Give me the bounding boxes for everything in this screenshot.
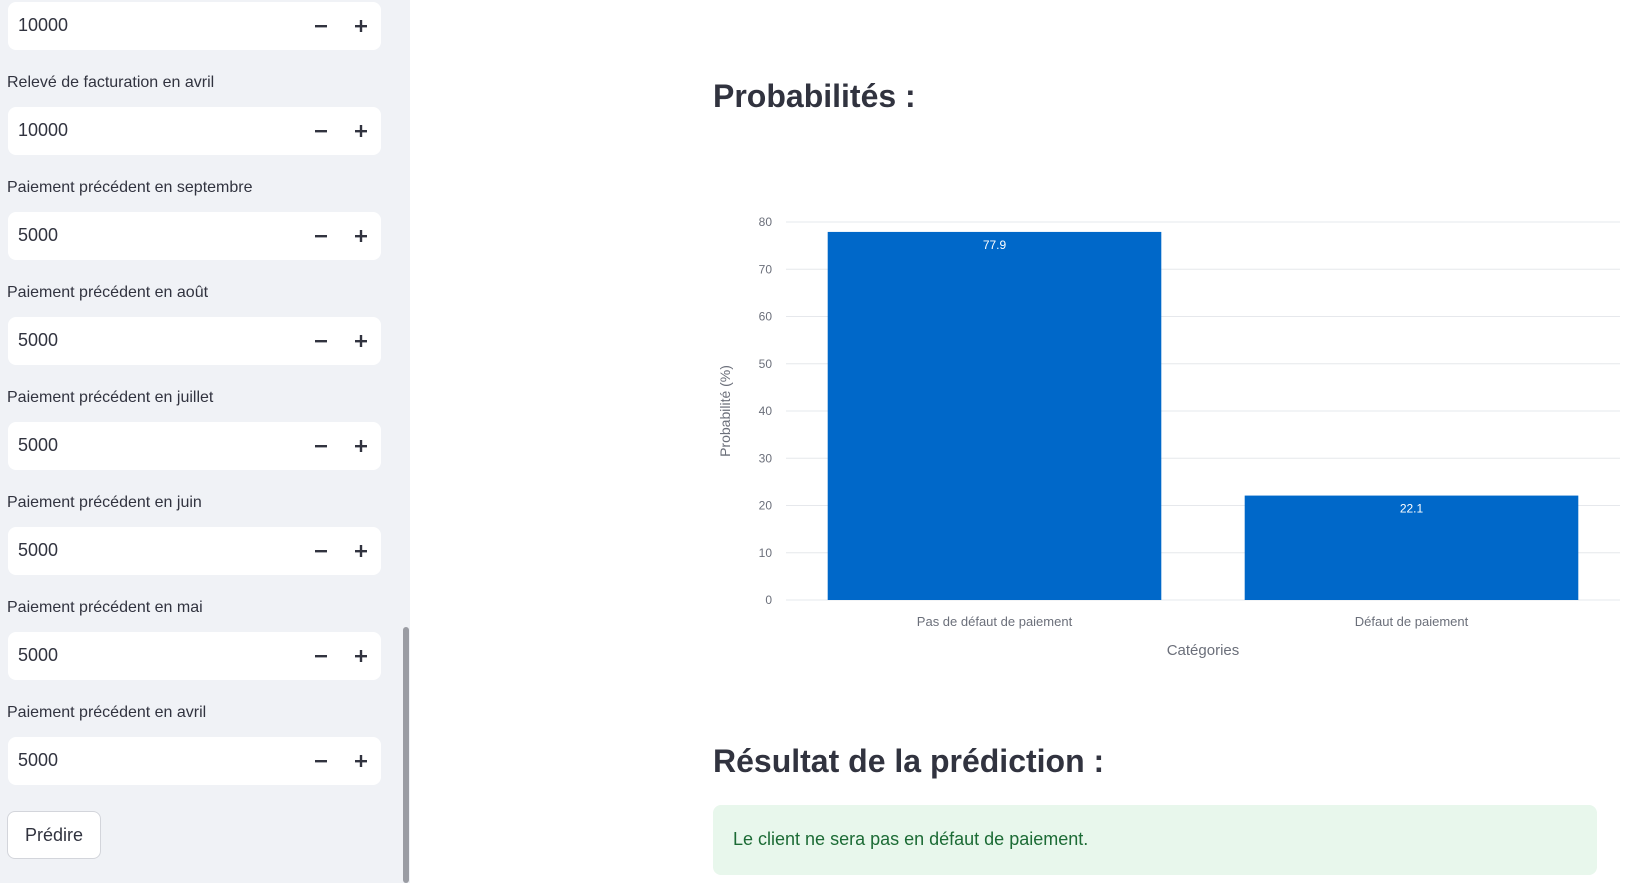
probability-bar-chart: 0 10 20 30 40 50 60 70 80 77.9 Pas de défaut de pa…	[717, 215, 1620, 659]
main-content: Probabilités : 0 10 20 30 40 50 60 70 80 77.9 Pas …	[410, 0, 1627, 883]
x-tick-label: Défaut de paiement	[1355, 614, 1469, 629]
sidebar-scrollbar[interactable]	[403, 627, 409, 883]
minus-icon	[315, 340, 327, 343]
sidebar: 10000 Relevé de facturation en avril 10000…	[0, 0, 410, 883]
y-tick-label: 50	[759, 357, 773, 371]
minus-icon	[315, 25, 327, 28]
minus-icon	[315, 130, 327, 133]
decrement-button[interactable]	[301, 317, 341, 365]
number-input-value[interactable]: 10000	[18, 15, 68, 36]
y-tick-label: 60	[759, 310, 773, 324]
x-tick-label: Pas de défaut de paiement	[917, 614, 1073, 629]
number-input[interactable]: 5000	[8, 422, 381, 470]
minus-icon	[315, 445, 327, 448]
y-tick-label: 40	[759, 404, 773, 418]
plus-icon	[355, 440, 367, 452]
minus-icon	[315, 655, 327, 658]
decrement-button[interactable]	[301, 632, 341, 680]
decrement-button[interactable]	[301, 107, 341, 155]
field-label: Paiement précédent en mai	[7, 599, 203, 616]
field-label: Paiement précédent en juillet	[7, 389, 214, 406]
predict-button[interactable]: Prédire	[7, 811, 101, 859]
prediction-result-heading: Résultat de la prédiction :	[713, 743, 1105, 779]
decrement-button[interactable]	[301, 422, 341, 470]
number-input-value[interactable]: 5000	[18, 225, 58, 246]
number-input-value[interactable]: 5000	[18, 435, 58, 456]
increment-button[interactable]	[341, 212, 381, 260]
minus-icon	[315, 235, 327, 238]
number-input[interactable]: 5000	[8, 527, 381, 575]
number-input[interactable]: 5000	[8, 737, 381, 785]
probabilities-heading: Probabilités :	[713, 78, 916, 114]
plus-icon	[355, 755, 367, 767]
number-input[interactable]: 10000	[8, 2, 381, 50]
x-axis-title: Catégories	[1167, 642, 1240, 659]
y-tick-label: 20	[759, 499, 773, 513]
plus-icon	[355, 125, 367, 137]
number-input[interactable]: 5000	[8, 212, 381, 260]
decrement-button[interactable]	[301, 737, 341, 785]
y-tick-label: 30	[759, 451, 773, 465]
plus-icon	[355, 230, 367, 242]
y-axis-title: Probabilité (%)	[717, 365, 733, 457]
number-input-value[interactable]: 5000	[18, 540, 58, 561]
plus-icon	[355, 545, 367, 557]
number-input-value[interactable]: 10000	[18, 120, 68, 141]
field-label: Paiement précédent en août	[7, 284, 209, 301]
number-input-value[interactable]: 5000	[18, 645, 58, 666]
minus-icon	[315, 760, 327, 763]
minus-icon	[315, 550, 327, 553]
number-input-value[interactable]: 5000	[18, 330, 58, 351]
decrement-button[interactable]	[301, 527, 341, 575]
field-label: Paiement précédent en juin	[7, 494, 202, 511]
increment-button[interactable]	[341, 317, 381, 365]
increment-button[interactable]	[341, 632, 381, 680]
increment-button[interactable]	[341, 737, 381, 785]
field-label: Relevé de facturation en avril	[7, 74, 215, 91]
y-tick-label: 10	[759, 546, 773, 560]
increment-button[interactable]	[341, 527, 381, 575]
data-label: 22.1	[1400, 502, 1424, 516]
number-input[interactable]: 5000	[8, 632, 381, 680]
field-label: Paiement précédent en septembre	[7, 179, 253, 196]
data-label: 77.9	[983, 238, 1007, 252]
number-input-value[interactable]: 5000	[18, 750, 58, 771]
field-label: Paiement précédent en avril	[7, 704, 207, 721]
success-alert: Le client ne sera pas en défaut de paiem…	[713, 805, 1597, 875]
plus-icon	[355, 650, 367, 662]
increment-button[interactable]	[341, 422, 381, 470]
bar[interactable]	[827, 231, 1162, 601]
decrement-button[interactable]	[301, 212, 341, 260]
number-input[interactable]: 5000	[8, 317, 381, 365]
plus-icon	[355, 20, 367, 32]
y-tick-label: 0	[765, 593, 772, 607]
number-input[interactable]: 10000	[8, 107, 381, 155]
decrement-button[interactable]	[301, 2, 341, 50]
y-tick-label: 70	[759, 262, 773, 276]
result-message: Le client ne sera pas en défaut de paiem…	[733, 829, 1089, 849]
increment-button[interactable]	[341, 2, 381, 50]
y-tick-label: 80	[759, 215, 773, 229]
increment-button[interactable]	[341, 107, 381, 155]
plus-icon	[355, 335, 367, 347]
